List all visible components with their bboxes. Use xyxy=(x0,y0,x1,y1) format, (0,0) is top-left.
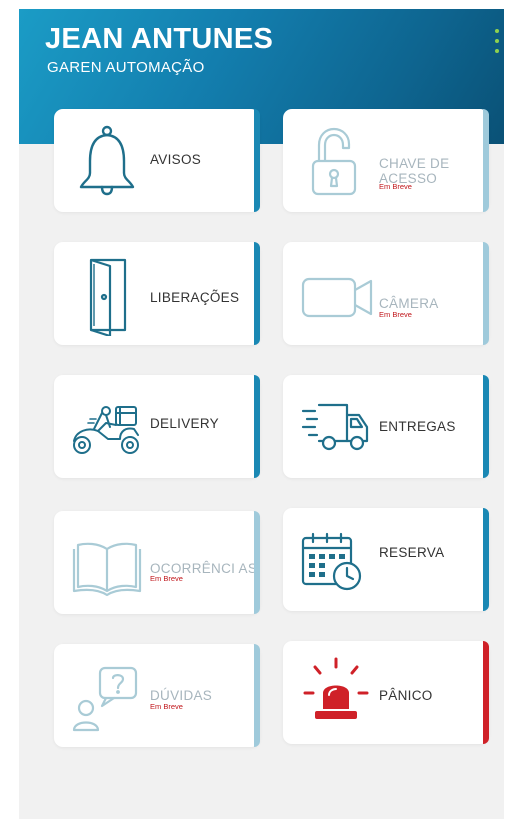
tile-label: CÂMERA xyxy=(379,296,439,311)
tile-panico[interactable]: PÂNICO xyxy=(283,641,489,744)
tile-label: LIBERAÇÕES xyxy=(150,290,240,305)
delivery-truck-icon xyxy=(293,383,379,469)
bell-icon xyxy=(64,117,150,203)
video-camera-icon xyxy=(293,250,379,336)
tile-entregas[interactable]: ENTREGAS xyxy=(283,375,489,478)
tile-accent-bar xyxy=(254,511,260,614)
tile-duvidas[interactable]: DÚVIDAS Em Breve xyxy=(54,644,260,747)
tile-accent-bar xyxy=(254,109,260,212)
tile-accent-bar xyxy=(254,644,260,747)
siren-alarm-icon xyxy=(293,649,379,735)
more-vertical-icon[interactable] xyxy=(493,29,501,53)
calendar-clock-icon xyxy=(293,516,379,602)
company-name: GAREN AUTOMAÇÃO xyxy=(47,59,205,76)
tile-label: AVISOS xyxy=(150,152,202,167)
app-screen: JEAN ANTUNES GAREN AUTOMAÇÃO AVISOS CHAV… xyxy=(19,9,504,819)
tile-label: ENTREGAS xyxy=(379,419,456,434)
coming-soon-tag: Em Breve xyxy=(379,310,412,319)
tile-ocorrencias[interactable]: OCORRÊNCI AS Em Breve xyxy=(54,511,260,614)
tile-accent-bar xyxy=(483,641,489,744)
tile-chave-de-acesso[interactable]: CHAVE DE ACESSO Em Breve xyxy=(283,109,489,212)
coming-soon-tag: Em Breve xyxy=(379,182,412,191)
coming-soon-tag: Em Breve xyxy=(150,574,183,583)
tile-accent-bar xyxy=(483,375,489,478)
tile-accent-bar xyxy=(483,242,489,345)
door-icon xyxy=(64,250,150,338)
coming-soon-tag: Em Breve xyxy=(150,702,183,711)
tile-label: PÂNICO xyxy=(379,688,433,703)
padlock-icon xyxy=(293,117,379,203)
tile-accent-bar xyxy=(483,508,489,611)
tile-accent-bar xyxy=(254,375,260,478)
tile-label-line1: CHAVE DE xyxy=(379,156,450,171)
tile-camera[interactable]: CÂMERA Em Breve xyxy=(283,242,489,345)
tile-liberacoes[interactable]: LIBERAÇÕES xyxy=(54,242,260,345)
delivery-scooter-icon xyxy=(64,383,150,469)
question-chat-icon xyxy=(64,652,150,738)
tile-label: RESERVA xyxy=(379,545,445,560)
tile-accent-bar xyxy=(483,109,489,212)
tile-delivery[interactable]: DELIVERY xyxy=(54,375,260,478)
tile-accent-bar xyxy=(254,242,260,345)
tile-reserva[interactable]: RESERVA xyxy=(283,508,489,611)
user-name: JEAN ANTUNES xyxy=(45,23,274,55)
tile-label: DELIVERY xyxy=(150,416,219,431)
tile-avisos[interactable]: AVISOS xyxy=(54,109,260,212)
tile-label: DÚVIDAS xyxy=(150,688,213,703)
open-book-icon xyxy=(64,519,150,605)
